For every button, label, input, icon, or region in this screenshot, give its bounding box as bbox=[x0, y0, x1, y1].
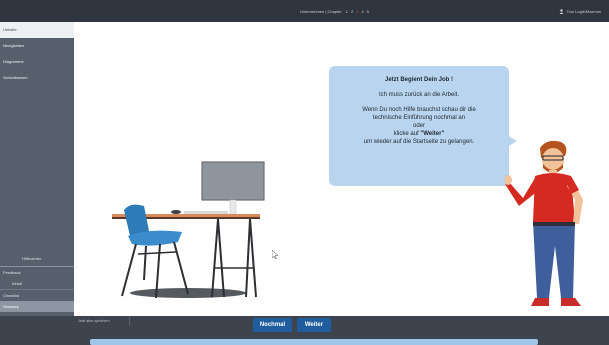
bubble-line-2: Wenn Du noch Hilfe brauchst schau dir di… bbox=[362, 107, 476, 113]
sidebar-item-glossary[interactable]: Glossary bbox=[0, 301, 74, 312]
sidebar-item-inhalt[interactable]: Inhalt bbox=[0, 278, 74, 290]
bubble-line-5-text: klicke auf bbox=[393, 131, 421, 137]
speech-bubble: Jetzt Begient Dein Job ! Ich muss zurück… bbox=[329, 66, 509, 186]
sidebar-item-checklist[interactable]: Checklist bbox=[0, 290, 74, 301]
step-4[interactable]: 4 bbox=[361, 9, 363, 14]
guide-character bbox=[505, 140, 583, 306]
chapter-nav-text: Unternehmen | Chapter bbox=[300, 9, 342, 14]
step-2[interactable]: 2 bbox=[351, 9, 353, 14]
sidebar-item-schichtwesen[interactable]: Schichtwesen bbox=[0, 70, 74, 86]
step-1[interactable]: 1 bbox=[346, 9, 348, 14]
character-shirt bbox=[533, 173, 575, 222]
bubble-line-1: Ich muss zurück an die Arbeit. bbox=[378, 92, 460, 98]
next-button[interactable]: Weiter bbox=[297, 318, 331, 332]
again-button[interactable]: Nochmal bbox=[253, 318, 292, 332]
bubble-line-5: klicke auf "Weiter" bbox=[329, 131, 509, 137]
sidebar-item-diagramme[interactable]: Diagramme bbox=[0, 54, 74, 70]
sidebar-help-group: Hilfecenter Feedback Inhalt Checklist Gl… bbox=[0, 253, 74, 312]
progress-bar bbox=[90, 339, 538, 345]
sidebar-item-uebsite[interactable]: Uebsite bbox=[0, 22, 74, 38]
step-list: 1 2 3 4 5 bbox=[346, 9, 369, 14]
character-pants bbox=[533, 222, 575, 298]
footer-divider bbox=[129, 316, 130, 326]
bubble-line-4: oder bbox=[412, 123, 425, 129]
sidebar-item-neuigkeiten[interactable]: Neuigkeiten bbox=[0, 38, 74, 54]
top-bar: Unternehmen | Chapter 1 2 3 4 5 Tom Logi… bbox=[0, 0, 609, 22]
step-5[interactable]: 5 bbox=[367, 9, 369, 14]
character-belt bbox=[533, 222, 575, 226]
user-menu[interactable]: Tom Logik/Maxmus bbox=[559, 9, 601, 14]
monitor-stand bbox=[229, 199, 237, 215]
help-center-header[interactable]: Hilfecenter bbox=[0, 253, 74, 267]
desk-illustration bbox=[112, 161, 265, 299]
user-name: Tom Logik/Maxmus bbox=[566, 9, 601, 14]
mouse-pointer-icon bbox=[272, 250, 278, 259]
user-icon bbox=[559, 9, 564, 14]
step-3[interactable]: 3 bbox=[356, 9, 358, 14]
desk-legs bbox=[211, 218, 257, 298]
bubble-line-5-bold: "Weiter" bbox=[420, 131, 445, 137]
bubble-line-6: um wieder auf die Startseite zu gelangen… bbox=[363, 139, 475, 145]
monitor-screen bbox=[201, 161, 265, 201]
character-left-hand bbox=[505, 175, 512, 185]
bubble-title: Jetzt Begient Dein Job ! bbox=[384, 77, 453, 83]
save-note: Jetzt aber speichern bbox=[78, 319, 110, 323]
sidebar-item-feedback[interactable]: Feedback bbox=[0, 267, 74, 278]
keyboard bbox=[184, 211, 228, 214]
sidebar: Uebsite Neuigkeiten Diagramme Schichtwes… bbox=[0, 22, 74, 316]
chair-base bbox=[137, 251, 177, 255]
mouse bbox=[171, 210, 181, 214]
bubble-line-3: technische Einführung nochmal an bbox=[372, 115, 466, 121]
chapter-nav: Unternehmen | Chapter 1 2 3 4 5 bbox=[300, 9, 369, 14]
character-shoes bbox=[531, 298, 581, 306]
